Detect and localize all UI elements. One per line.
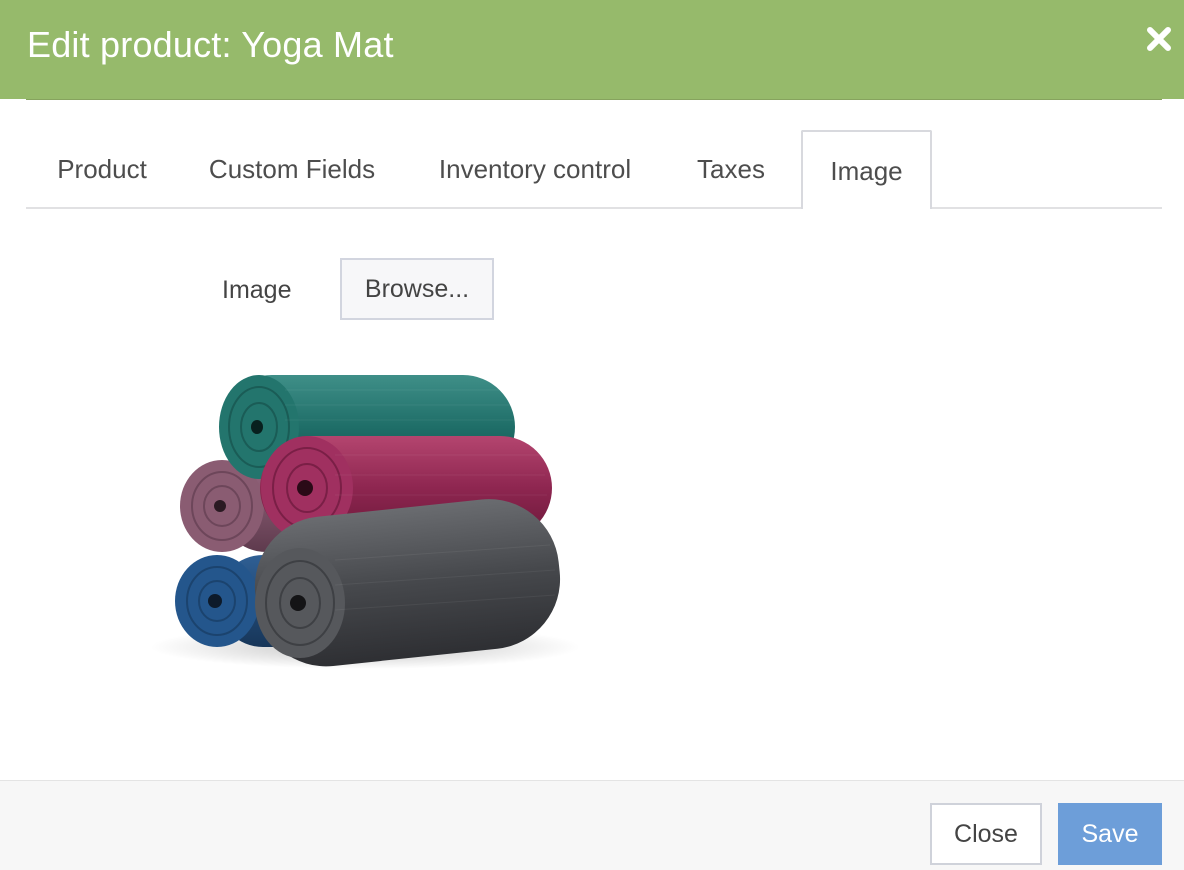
tab-bar: Product Custom Fields Inventory control … [26,130,1162,209]
close-button[interactable]: Close [930,803,1042,865]
tab-inventory-control[interactable]: Inventory control [420,130,650,207]
close-icon[interactable] [1146,24,1172,52]
product-image-preview [135,345,585,685]
image-field-label: Image [222,276,292,304]
tab-taxes[interactable]: Taxes [676,130,786,207]
edit-product-modal: Edit product: Yoga Mat Product Custom Fi… [0,0,1184,870]
modal-header: Edit product: Yoga Mat [0,0,1184,100]
modal-title: Edit product: Yoga Mat [27,24,394,65]
browse-button[interactable]: Browse... [340,258,494,320]
modal-footer: Close Save [0,780,1184,870]
tab-custom-fields[interactable]: Custom Fields [186,130,398,207]
tab-image[interactable]: Image [801,130,932,209]
tab-product[interactable]: Product [26,130,178,207]
save-button[interactable]: Save [1058,803,1162,865]
